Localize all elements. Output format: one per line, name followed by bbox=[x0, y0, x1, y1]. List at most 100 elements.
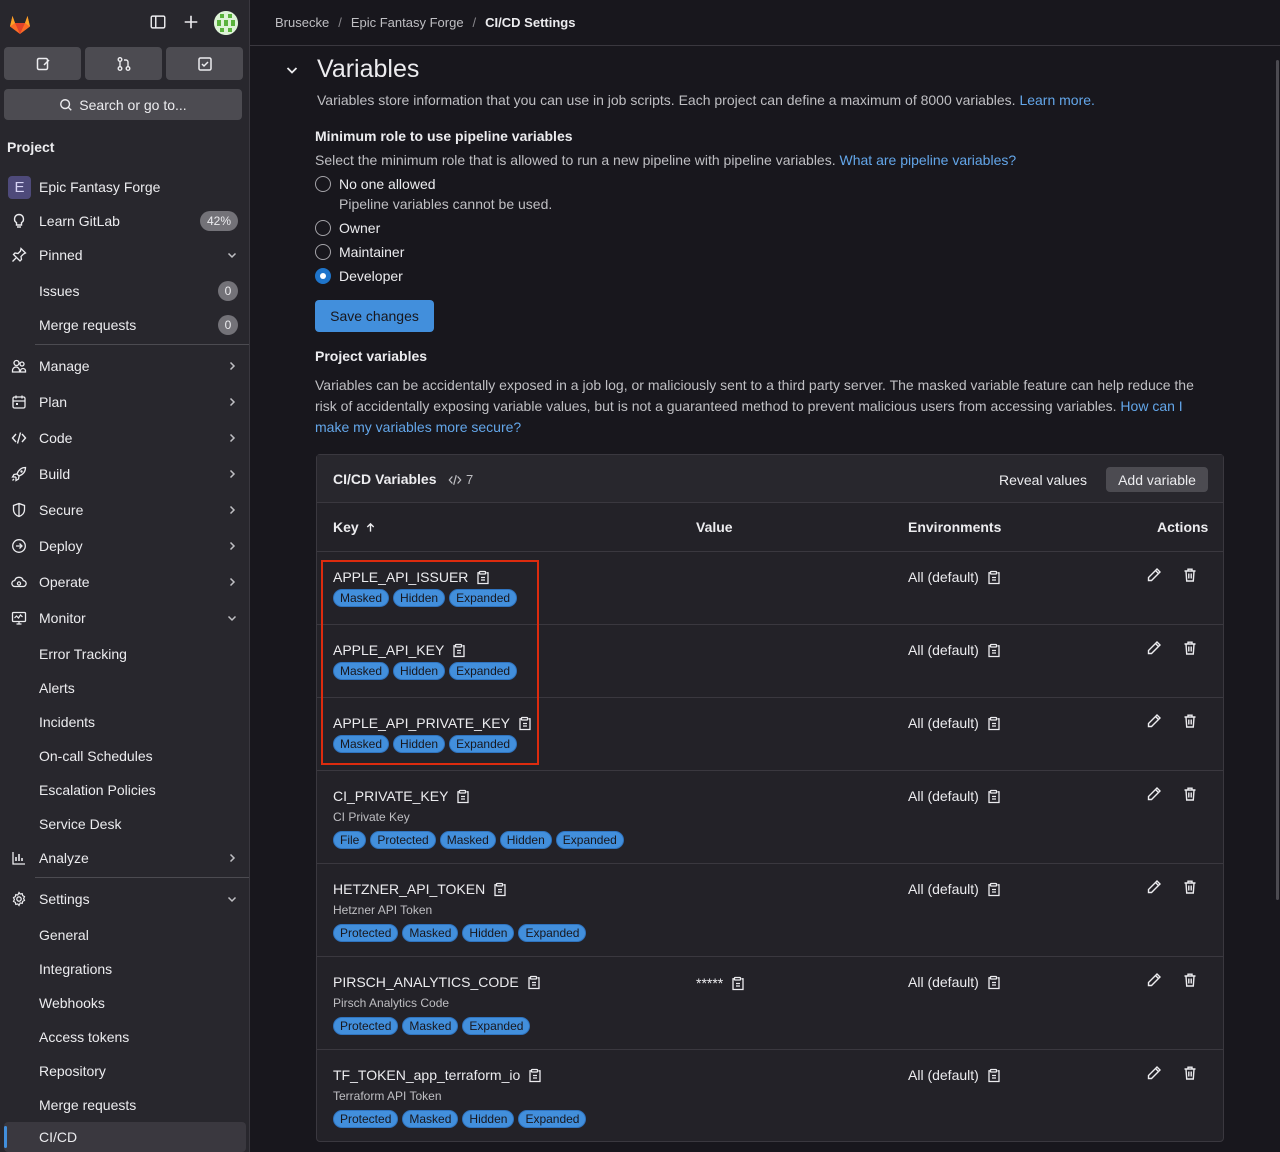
sidebar-item-analyze[interactable]: Analyze bbox=[4, 843, 246, 873]
copy-icon[interactable] bbox=[987, 570, 1001, 585]
trash-icon[interactable] bbox=[1182, 879, 1198, 895]
sidebar-item-issues[interactable]: Issues 0 bbox=[4, 276, 246, 306]
variable-badge: Expanded bbox=[449, 662, 518, 680]
table-row: PIRSCH_ANALYTICS_CODE Pirsch Analytics Co… bbox=[317, 957, 1223, 1050]
sidebar-item-secure[interactable]: Secure bbox=[4, 495, 246, 525]
radio-no-one-allowed[interactable]: No one allowed bbox=[315, 176, 436, 192]
reveal-values-button[interactable]: Reveal values bbox=[995, 467, 1091, 493]
radio-button[interactable] bbox=[315, 220, 331, 236]
chevron-down-icon[interactable] bbox=[284, 62, 300, 78]
save-changes-button[interactable]: Save changes bbox=[315, 300, 434, 332]
sidebar-item-escalation-policies[interactable]: Escalation Policies bbox=[4, 775, 246, 805]
variable-key-text: APPLE_API_KEY bbox=[333, 642, 445, 658]
copy-icon[interactable] bbox=[987, 1068, 1001, 1083]
breadcrumb-project-link[interactable]: Epic Fantasy Forge bbox=[351, 15, 464, 30]
copy-icon[interactable] bbox=[987, 716, 1001, 731]
pencil-icon[interactable] bbox=[1146, 879, 1162, 895]
sidebar-item-code[interactable]: Code bbox=[4, 423, 246, 453]
trash-icon[interactable] bbox=[1182, 786, 1198, 802]
sidebar-item-settings-merge-requests[interactable]: Merge requests bbox=[4, 1090, 246, 1120]
sidebar-item-merge-requests[interactable]: Merge requests 0 bbox=[4, 310, 246, 340]
trash-icon[interactable] bbox=[1182, 640, 1198, 656]
radio-developer[interactable]: Developer bbox=[315, 268, 403, 284]
variable-badge: Masked bbox=[439, 831, 496, 849]
pipeline-variables-link[interactable]: What are pipeline variables? bbox=[840, 152, 1017, 168]
radio-owner[interactable]: Owner bbox=[315, 220, 380, 236]
sidebar-item-project[interactable]: E Epic Fantasy Forge bbox=[4, 172, 246, 202]
copy-icon[interactable] bbox=[493, 882, 507, 897]
shield-icon bbox=[10, 501, 28, 519]
copy-icon[interactable] bbox=[456, 789, 470, 804]
column-header-key[interactable]: Key bbox=[333, 519, 376, 535]
variable-badges: Masked Hidden Expanded bbox=[333, 589, 518, 607]
copy-icon[interactable] bbox=[518, 716, 532, 731]
variable-description: Pirsch Analytics Code bbox=[333, 996, 450, 1010]
sidebar-item-general[interactable]: General bbox=[4, 920, 246, 950]
sidebar-item-deploy[interactable]: Deploy bbox=[4, 531, 246, 561]
breadcrumb-group-link[interactable]: Brusecke bbox=[275, 15, 329, 30]
trash-icon[interactable] bbox=[1182, 1065, 1198, 1081]
sidebar-toggle-icon[interactable] bbox=[149, 13, 169, 33]
pencil-icon[interactable] bbox=[1146, 713, 1162, 729]
pencil-icon[interactable] bbox=[1146, 1065, 1162, 1081]
pencil-icon[interactable] bbox=[1146, 567, 1162, 583]
copy-icon[interactable] bbox=[476, 570, 490, 585]
sidebar-item-webhooks[interactable]: Webhooks bbox=[4, 988, 246, 1018]
user-avatar[interactable] bbox=[214, 11, 238, 35]
sidebar-item-error-tracking[interactable]: Error Tracking bbox=[4, 639, 246, 669]
pencil-icon[interactable] bbox=[1146, 972, 1162, 988]
sidebar-item-alerts[interactable]: Alerts bbox=[4, 673, 246, 703]
variable-badge: Masked bbox=[333, 589, 390, 607]
sidebar-item-monitor[interactable]: Monitor bbox=[4, 603, 246, 633]
sidebar-item-settings[interactable]: Settings bbox=[4, 884, 246, 914]
column-header-actions: Actions bbox=[1157, 519, 1209, 535]
pencil-icon[interactable] bbox=[1146, 786, 1162, 802]
sidebar-item-service-desk[interactable]: Service Desk bbox=[4, 809, 246, 839]
sidebar-item-manage[interactable]: Manage bbox=[4, 351, 246, 381]
sidebar-item-build[interactable]: Build bbox=[4, 459, 246, 489]
copy-icon[interactable] bbox=[987, 975, 1001, 990]
todo-shortcut-button[interactable] bbox=[166, 47, 243, 80]
add-variable-button[interactable]: Add variable bbox=[1106, 467, 1208, 492]
sidebar-item-on-call-schedules[interactable]: On-call Schedules bbox=[4, 741, 246, 771]
sidebar-item-incidents[interactable]: Incidents bbox=[4, 707, 246, 737]
sidebar-item-repository[interactable]: Repository bbox=[4, 1056, 246, 1086]
copy-icon[interactable] bbox=[987, 643, 1001, 658]
search-button[interactable]: Search or go to... bbox=[4, 89, 242, 120]
sidebar-item-label: Pinned bbox=[39, 247, 83, 263]
issues-shortcut-button[interactable] bbox=[4, 47, 81, 80]
gitlab-logo-icon[interactable] bbox=[7, 10, 33, 36]
plus-icon[interactable] bbox=[182, 13, 202, 33]
sidebar-item-operate[interactable]: Operate bbox=[4, 567, 246, 597]
sidebar-item-access-tokens[interactable]: Access tokens bbox=[4, 1022, 246, 1052]
copy-icon[interactable] bbox=[731, 976, 745, 991]
sidebar-item-plan[interactable]: Plan bbox=[4, 387, 246, 417]
pencil-icon[interactable] bbox=[1146, 640, 1162, 656]
copy-icon[interactable] bbox=[987, 789, 1001, 804]
radio-maintainer[interactable]: Maintainer bbox=[315, 244, 404, 260]
variable-key: TF_TOKEN_app_terraform_io bbox=[333, 1067, 542, 1083]
merge-requests-shortcut-button[interactable] bbox=[85, 47, 162, 80]
sidebar-item-ci-cd[interactable]: CI/CD bbox=[4, 1122, 246, 1152]
sidebar-item-label: Build bbox=[39, 466, 71, 482]
trash-icon[interactable] bbox=[1182, 972, 1198, 988]
trash-icon[interactable] bbox=[1182, 713, 1198, 729]
search-icon bbox=[60, 98, 73, 111]
copy-icon[interactable] bbox=[987, 882, 1001, 897]
copy-icon[interactable] bbox=[528, 1068, 542, 1083]
radio-button[interactable] bbox=[315, 176, 331, 192]
learn-more-link[interactable]: Learn more. bbox=[1019, 92, 1094, 108]
sidebar-item-learn-gitlab[interactable]: Learn GitLab 42% bbox=[4, 206, 246, 236]
breadcrumb-current[interactable]: CI/CD Settings bbox=[485, 15, 575, 30]
variable-key: PIRSCH_ANALYTICS_CODE bbox=[333, 974, 541, 990]
sidebar-item-pinned[interactable]: Pinned bbox=[4, 240, 246, 270]
copy-icon[interactable] bbox=[527, 975, 541, 990]
copy-icon[interactable] bbox=[452, 643, 466, 658]
sidebar-item-label: Monitor bbox=[39, 610, 86, 626]
sidebar-item-integrations[interactable]: Integrations bbox=[4, 954, 246, 984]
sidebar-item-label: Settings bbox=[39, 891, 90, 907]
row-actions bbox=[1146, 879, 1198, 895]
radio-button[interactable] bbox=[315, 268, 331, 284]
radio-button[interactable] bbox=[315, 244, 331, 260]
trash-icon[interactable] bbox=[1182, 567, 1198, 583]
